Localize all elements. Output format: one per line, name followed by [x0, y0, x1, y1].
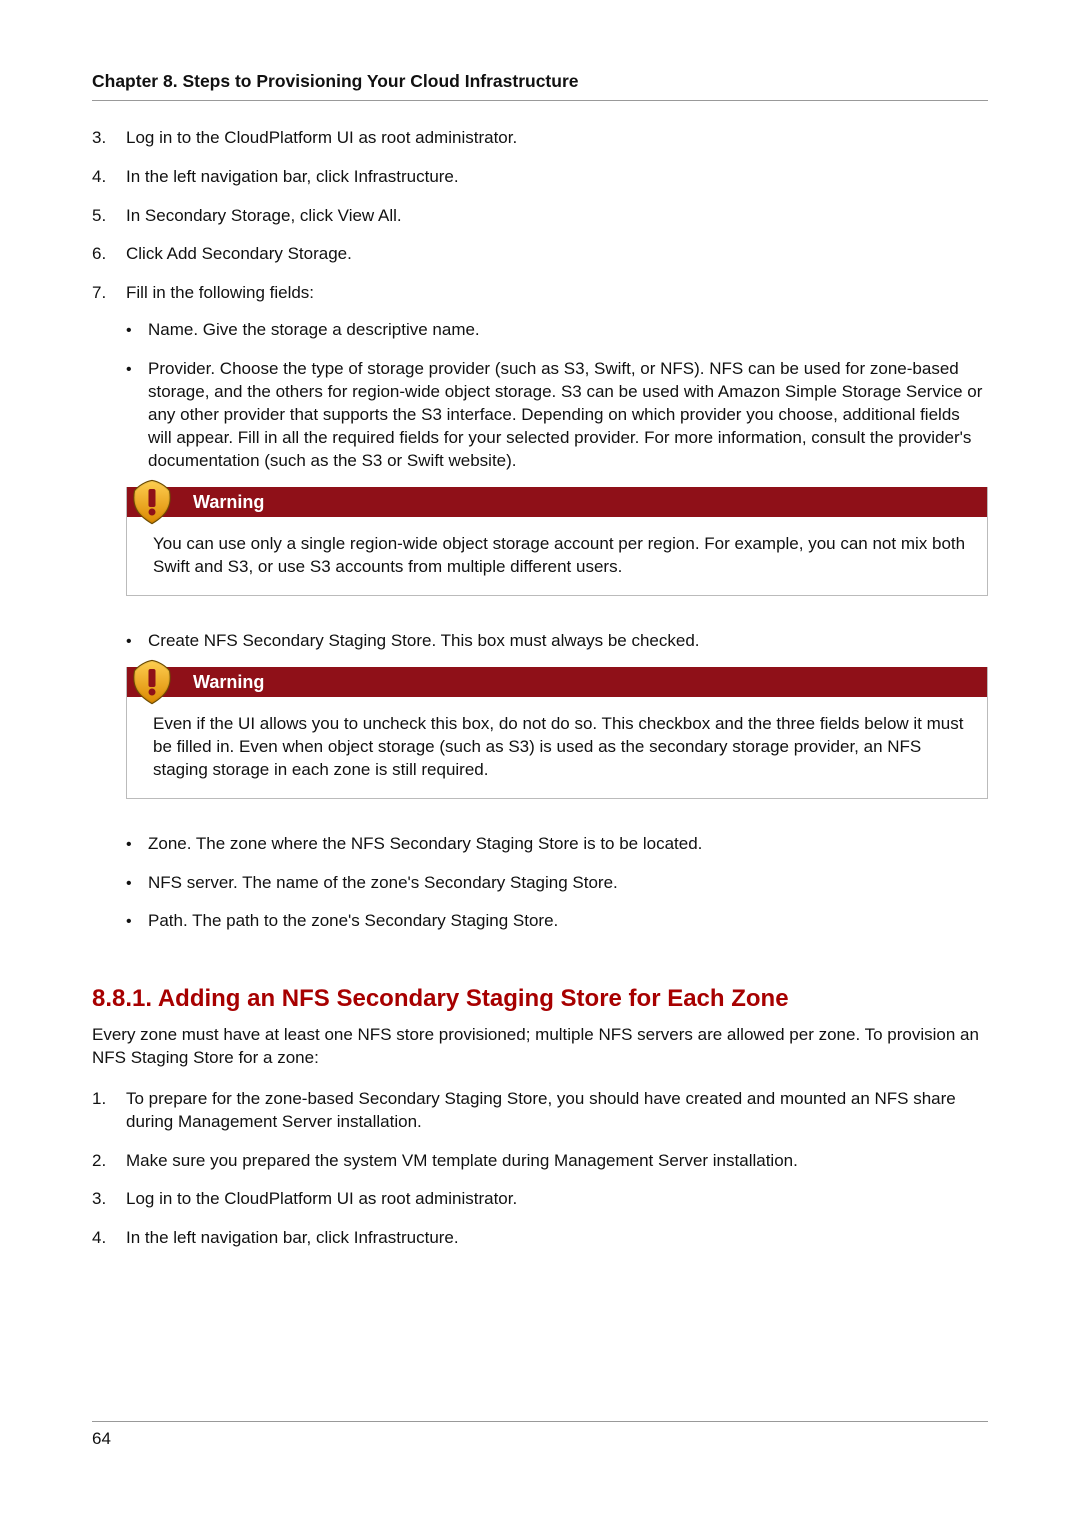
chapter-header: Chapter 8. Steps to Provisioning Your Cl… — [92, 70, 988, 101]
warning-title: Warning — [127, 487, 987, 517]
warning-body: Even if the UI allows you to uncheck thi… — [127, 697, 987, 798]
page: Chapter 8. Steps to Provisioning Your Cl… — [0, 0, 1080, 1527]
field-text: Zone. The zone where the NFS Secondary S… — [148, 833, 988, 856]
sec-step-2: 2. Make sure you prepared the system VM … — [92, 1150, 988, 1173]
field-name: Name. Give the storage a descriptive nam… — [126, 319, 988, 342]
step-body: Fill in the following fields: Name. Give… — [126, 282, 988, 949]
step-number: 2. — [92, 1150, 126, 1173]
step-7: 7. Fill in the following fields: Name. G… — [92, 282, 988, 949]
field-zone: Zone. The zone where the NFS Secondary S… — [126, 833, 988, 856]
step-text: Click Add Secondary Storage. — [126, 243, 988, 266]
step-number: 1. — [92, 1088, 126, 1134]
step-4: 4. In the left navigation bar, click Inf… — [92, 166, 988, 189]
field-text-wrap: Provider. Choose the type of storage pro… — [148, 358, 988, 614]
step-text: In Secondary Storage, click View All. — [126, 205, 988, 228]
field-text: Provider. Choose the type of storage pro… — [148, 359, 982, 470]
step-number: 5. — [92, 205, 126, 228]
warning-box-1: Warning You can use only a single region… — [126, 487, 988, 596]
bullet-icon — [126, 833, 148, 856]
sec-step-4: 4. In the left navigation bar, click Inf… — [92, 1227, 988, 1250]
step-6: 6. Click Add Secondary Storage. — [92, 243, 988, 266]
section-procedure-list: 1. To prepare for the zone-based Seconda… — [92, 1088, 988, 1251]
sec-step-3: 3. Log in to the CloudPlatform UI as roo… — [92, 1188, 988, 1211]
step-text: In the left navigation bar, click Infras… — [126, 166, 988, 189]
step-number: 3. — [92, 127, 126, 150]
step-number: 7. — [92, 282, 126, 949]
step-text: To prepare for the zone-based Secondary … — [126, 1088, 988, 1134]
field-text: NFS server. The name of the zone's Secon… — [148, 872, 988, 895]
field-path: Path. The path to the zone's Secondary S… — [126, 910, 988, 933]
section-intro: Every zone must have at least one NFS st… — [92, 1024, 988, 1070]
step-text: Make sure you prepared the system VM tem… — [126, 1150, 988, 1173]
field-text: Name. Give the storage a descriptive nam… — [148, 319, 988, 342]
procedure-list: 3. Log in to the CloudPlatform UI as roo… — [92, 127, 988, 950]
step-5: 5. In Secondary Storage, click View All. — [92, 205, 988, 228]
field-provider: Provider. Choose the type of storage pro… — [126, 358, 988, 614]
field-nfs-server: NFS server. The name of the zone's Secon… — [126, 872, 988, 895]
field-create-staging: Create NFS Secondary Staging Store. This… — [126, 630, 988, 817]
warning-body: You can use only a single region-wide ob… — [127, 517, 987, 595]
step-number: 4. — [92, 166, 126, 189]
step-number: 4. — [92, 1227, 126, 1250]
sec-step-1: 1. To prepare for the zone-based Seconda… — [92, 1088, 988, 1134]
step-text: Fill in the following fields: — [126, 283, 314, 302]
page-number: 64 — [92, 1429, 111, 1448]
field-list: Name. Give the storage a descriptive nam… — [126, 319, 988, 933]
page-footer: 64 — [92, 1421, 988, 1451]
step-3: 3. Log in to the CloudPlatform UI as roo… — [92, 127, 988, 150]
field-text: Create NFS Secondary Staging Store. This… — [148, 631, 700, 650]
field-text: Path. The path to the zone's Secondary S… — [148, 910, 988, 933]
warning-icon — [129, 659, 175, 705]
field-text-wrap: Create NFS Secondary Staging Store. This… — [148, 630, 988, 817]
warning-box-2: Warning Even if the UI allows you to unc… — [126, 667, 988, 799]
warning-icon — [129, 479, 175, 525]
bullet-icon — [126, 872, 148, 895]
step-text: In the left navigation bar, click Infras… — [126, 1227, 988, 1250]
step-number: 6. — [92, 243, 126, 266]
step-text: Log in to the CloudPlatform UI as root a… — [126, 127, 988, 150]
section-title: 8.8.1. Adding an NFS Secondary Staging S… — [92, 983, 988, 1015]
bullet-icon — [126, 910, 148, 933]
bullet-icon — [126, 319, 148, 342]
step-text: Log in to the CloudPlatform UI as root a… — [126, 1188, 988, 1211]
step-number: 3. — [92, 1188, 126, 1211]
warning-title: Warning — [127, 667, 987, 697]
